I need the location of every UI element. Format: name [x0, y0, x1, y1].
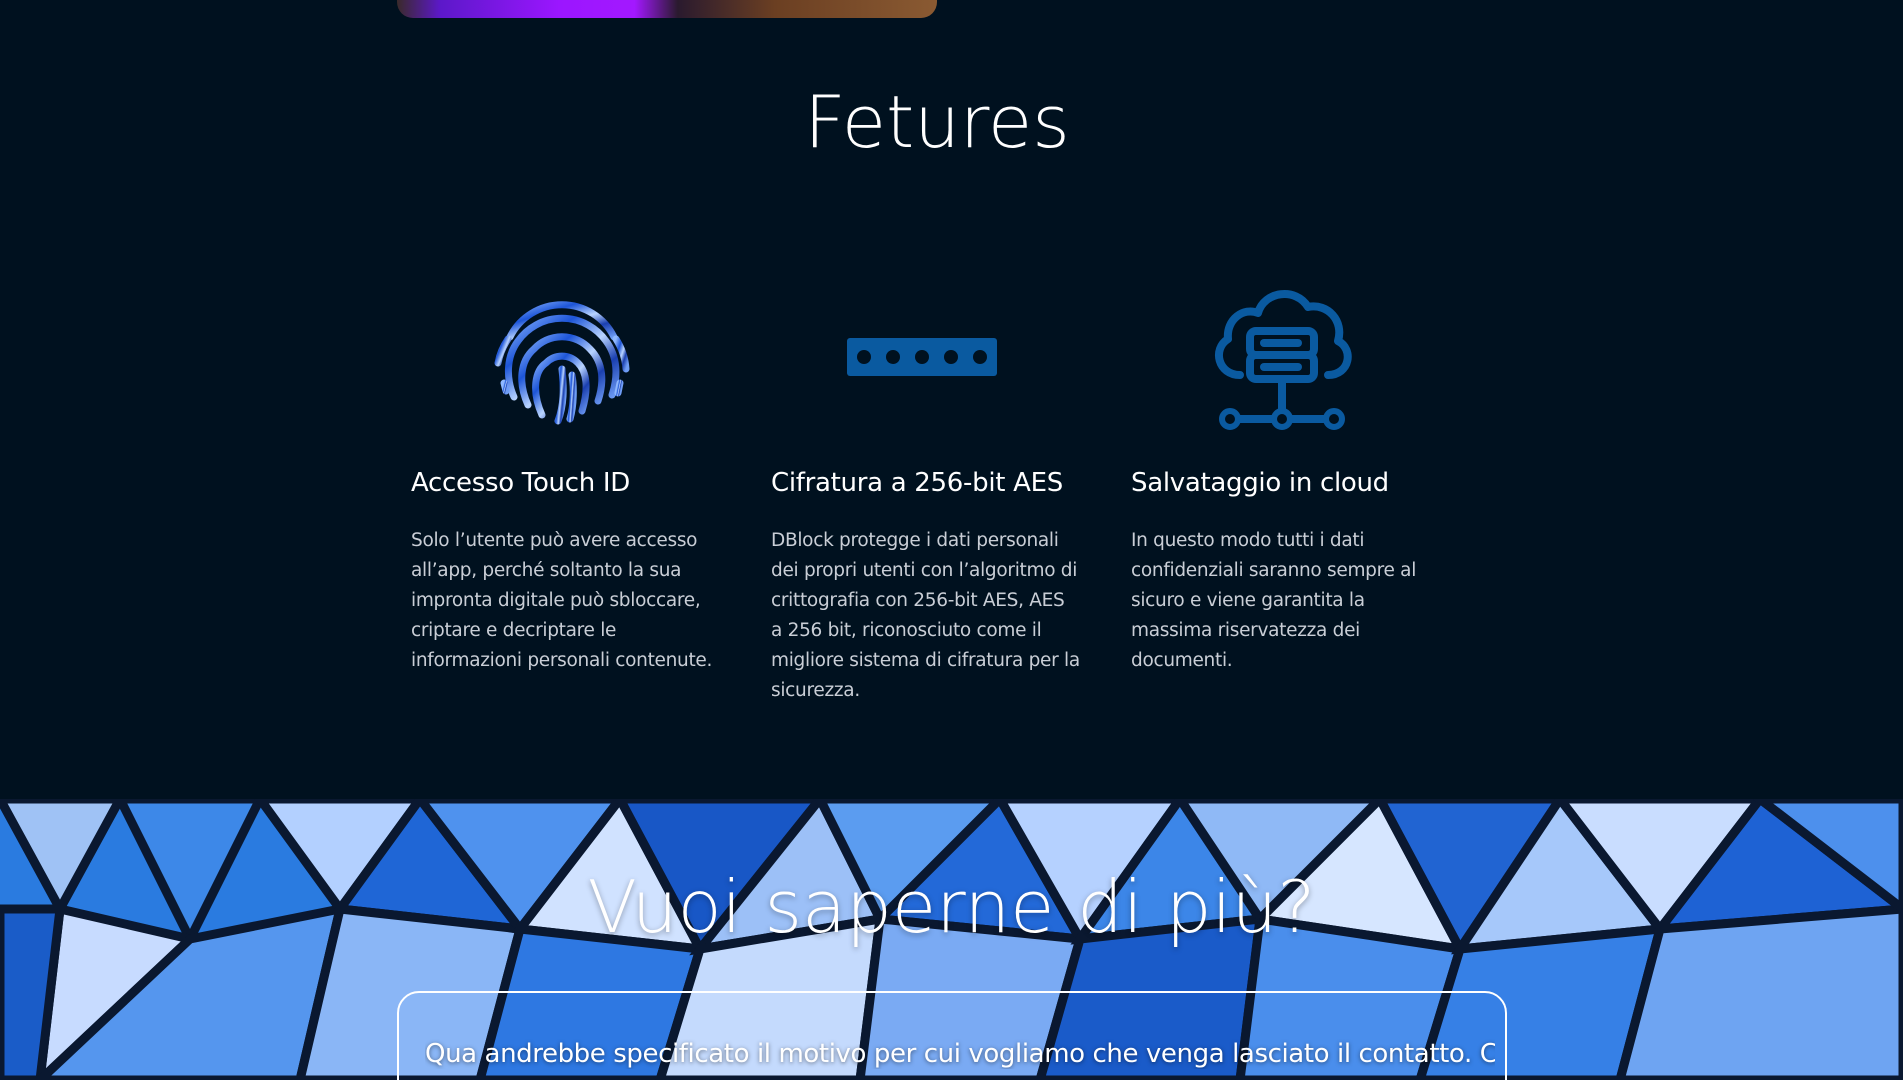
- feature-heading: Cifratura a 256-bit AES: [771, 468, 1063, 498]
- feature-heading: Accesso Touch ID: [411, 468, 630, 498]
- feature-aes-encryption: Cifratura a 256-bit AES DBlock protegge …: [771, 278, 1081, 706]
- features-title: Fetures: [804, 80, 1070, 164]
- feature-touch-id: Accesso Touch ID Solo l’utente può avere…: [411, 278, 721, 676]
- contact-section: Vuoi saperne di più? Qua andrebbe specif…: [0, 799, 1903, 1080]
- feature-description: In questo modo tutti i dati confidenzial…: [1131, 530, 1417, 671]
- cloud-server-icon: [1203, 278, 1361, 436]
- contact-info-box: Qua andrebbe specificato il motivo per c…: [397, 991, 1507, 1080]
- fingerprint-icon: [483, 278, 641, 436]
- password-dots-icon: [843, 278, 1001, 436]
- features-section: Fetures Accesso Touch ID Solo l’utente p…: [0, 0, 1903, 799]
- hero-image: [397, 0, 937, 18]
- feature-description: DBlock protegge i dati personali dei pro…: [771, 530, 1080, 701]
- feature-heading: Salvataggio in cloud: [1131, 468, 1389, 498]
- contact-title: Vuoi saperne di più?: [587, 865, 1316, 949]
- contact-description: Qua andrebbe specificato il motivo per c…: [425, 1039, 1495, 1069]
- feature-description: Solo l’utente può avere accesso all’app,…: [411, 530, 713, 671]
- page: Fetures Accesso Touch ID Solo l’utente p…: [0, 0, 1903, 1080]
- feature-cloud-storage: Salvataggio in cloud In questo modo tutt…: [1131, 278, 1441, 676]
